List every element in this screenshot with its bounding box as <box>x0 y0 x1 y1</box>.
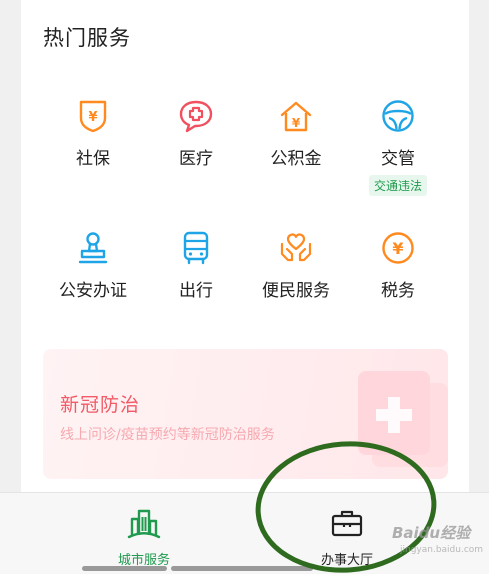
steering-wheel-icon <box>380 98 416 134</box>
banner-title: 新冠防治 <box>60 394 141 416</box>
service-tax[interactable]: ¥ 税务 <box>343 230 453 301</box>
home-indicator <box>171 566 313 571</box>
heart-hands-icon <box>278 230 314 266</box>
hot-services-card: 热门服务 ¥ 社保 医疗 ¥ 公积金 交管 交通违法 公安办证 出行 便民服务 … <box>21 0 469 492</box>
service-traffic[interactable]: 交管 交通违法 <box>343 98 453 196</box>
service-label: 便民服务 <box>262 281 330 301</box>
housing-fund-house-icon: ¥ <box>278 98 314 134</box>
service-label: 出行 <box>179 281 213 301</box>
service-label: 税务 <box>381 281 415 301</box>
section-title: 热门服务 <box>43 26 131 50</box>
covid-prevention-banner[interactable]: 新冠防治 线上问诊/疫苗预约等新冠防治服务 <box>43 349 448 479</box>
home-indicator-left <box>82 566 167 571</box>
service-convenience[interactable]: 便民服务 <box>241 230 351 301</box>
service-label: 医疗 <box>179 149 213 169</box>
service-medical[interactable]: 医疗 <box>141 98 251 169</box>
tab-city-services[interactable]: 城市服务 <box>74 507 214 568</box>
svg-text:¥: ¥ <box>88 110 97 125</box>
traffic-violation-tag[interactable]: 交通违法 <box>368 175 427 196</box>
tax-yuan-coin-icon: ¥ <box>380 230 416 266</box>
service-social-security[interactable]: ¥ 社保 <box>38 98 148 169</box>
service-housing-fund[interactable]: ¥ 公积金 <box>241 98 351 169</box>
service-travel[interactable]: 出行 <box>141 230 251 301</box>
medical-kit-icon <box>356 367 448 471</box>
stamp-icon <box>75 230 111 266</box>
baidu-watermark: Baidu经验 <box>392 524 471 542</box>
bus-icon <box>178 230 214 266</box>
svg-text:¥: ¥ <box>392 239 403 258</box>
service-label: 社保 <box>76 149 110 169</box>
service-label: 公积金 <box>270 149 322 169</box>
baidu-watermark-url: jingyan.baidu.com <box>400 545 484 555</box>
service-label: 公安办证 <box>59 281 127 301</box>
medical-cross-icon <box>178 98 214 134</box>
svg-text:¥: ¥ <box>292 116 301 130</box>
service-police-certificate[interactable]: 公安办证 <box>38 230 148 301</box>
city-buildings-icon <box>74 507 214 543</box>
banner-subtitle: 线上问诊/疫苗预约等新冠防治服务 <box>60 427 275 443</box>
service-label: 交管 <box>381 149 415 169</box>
social-security-shield-icon: ¥ <box>75 98 111 134</box>
